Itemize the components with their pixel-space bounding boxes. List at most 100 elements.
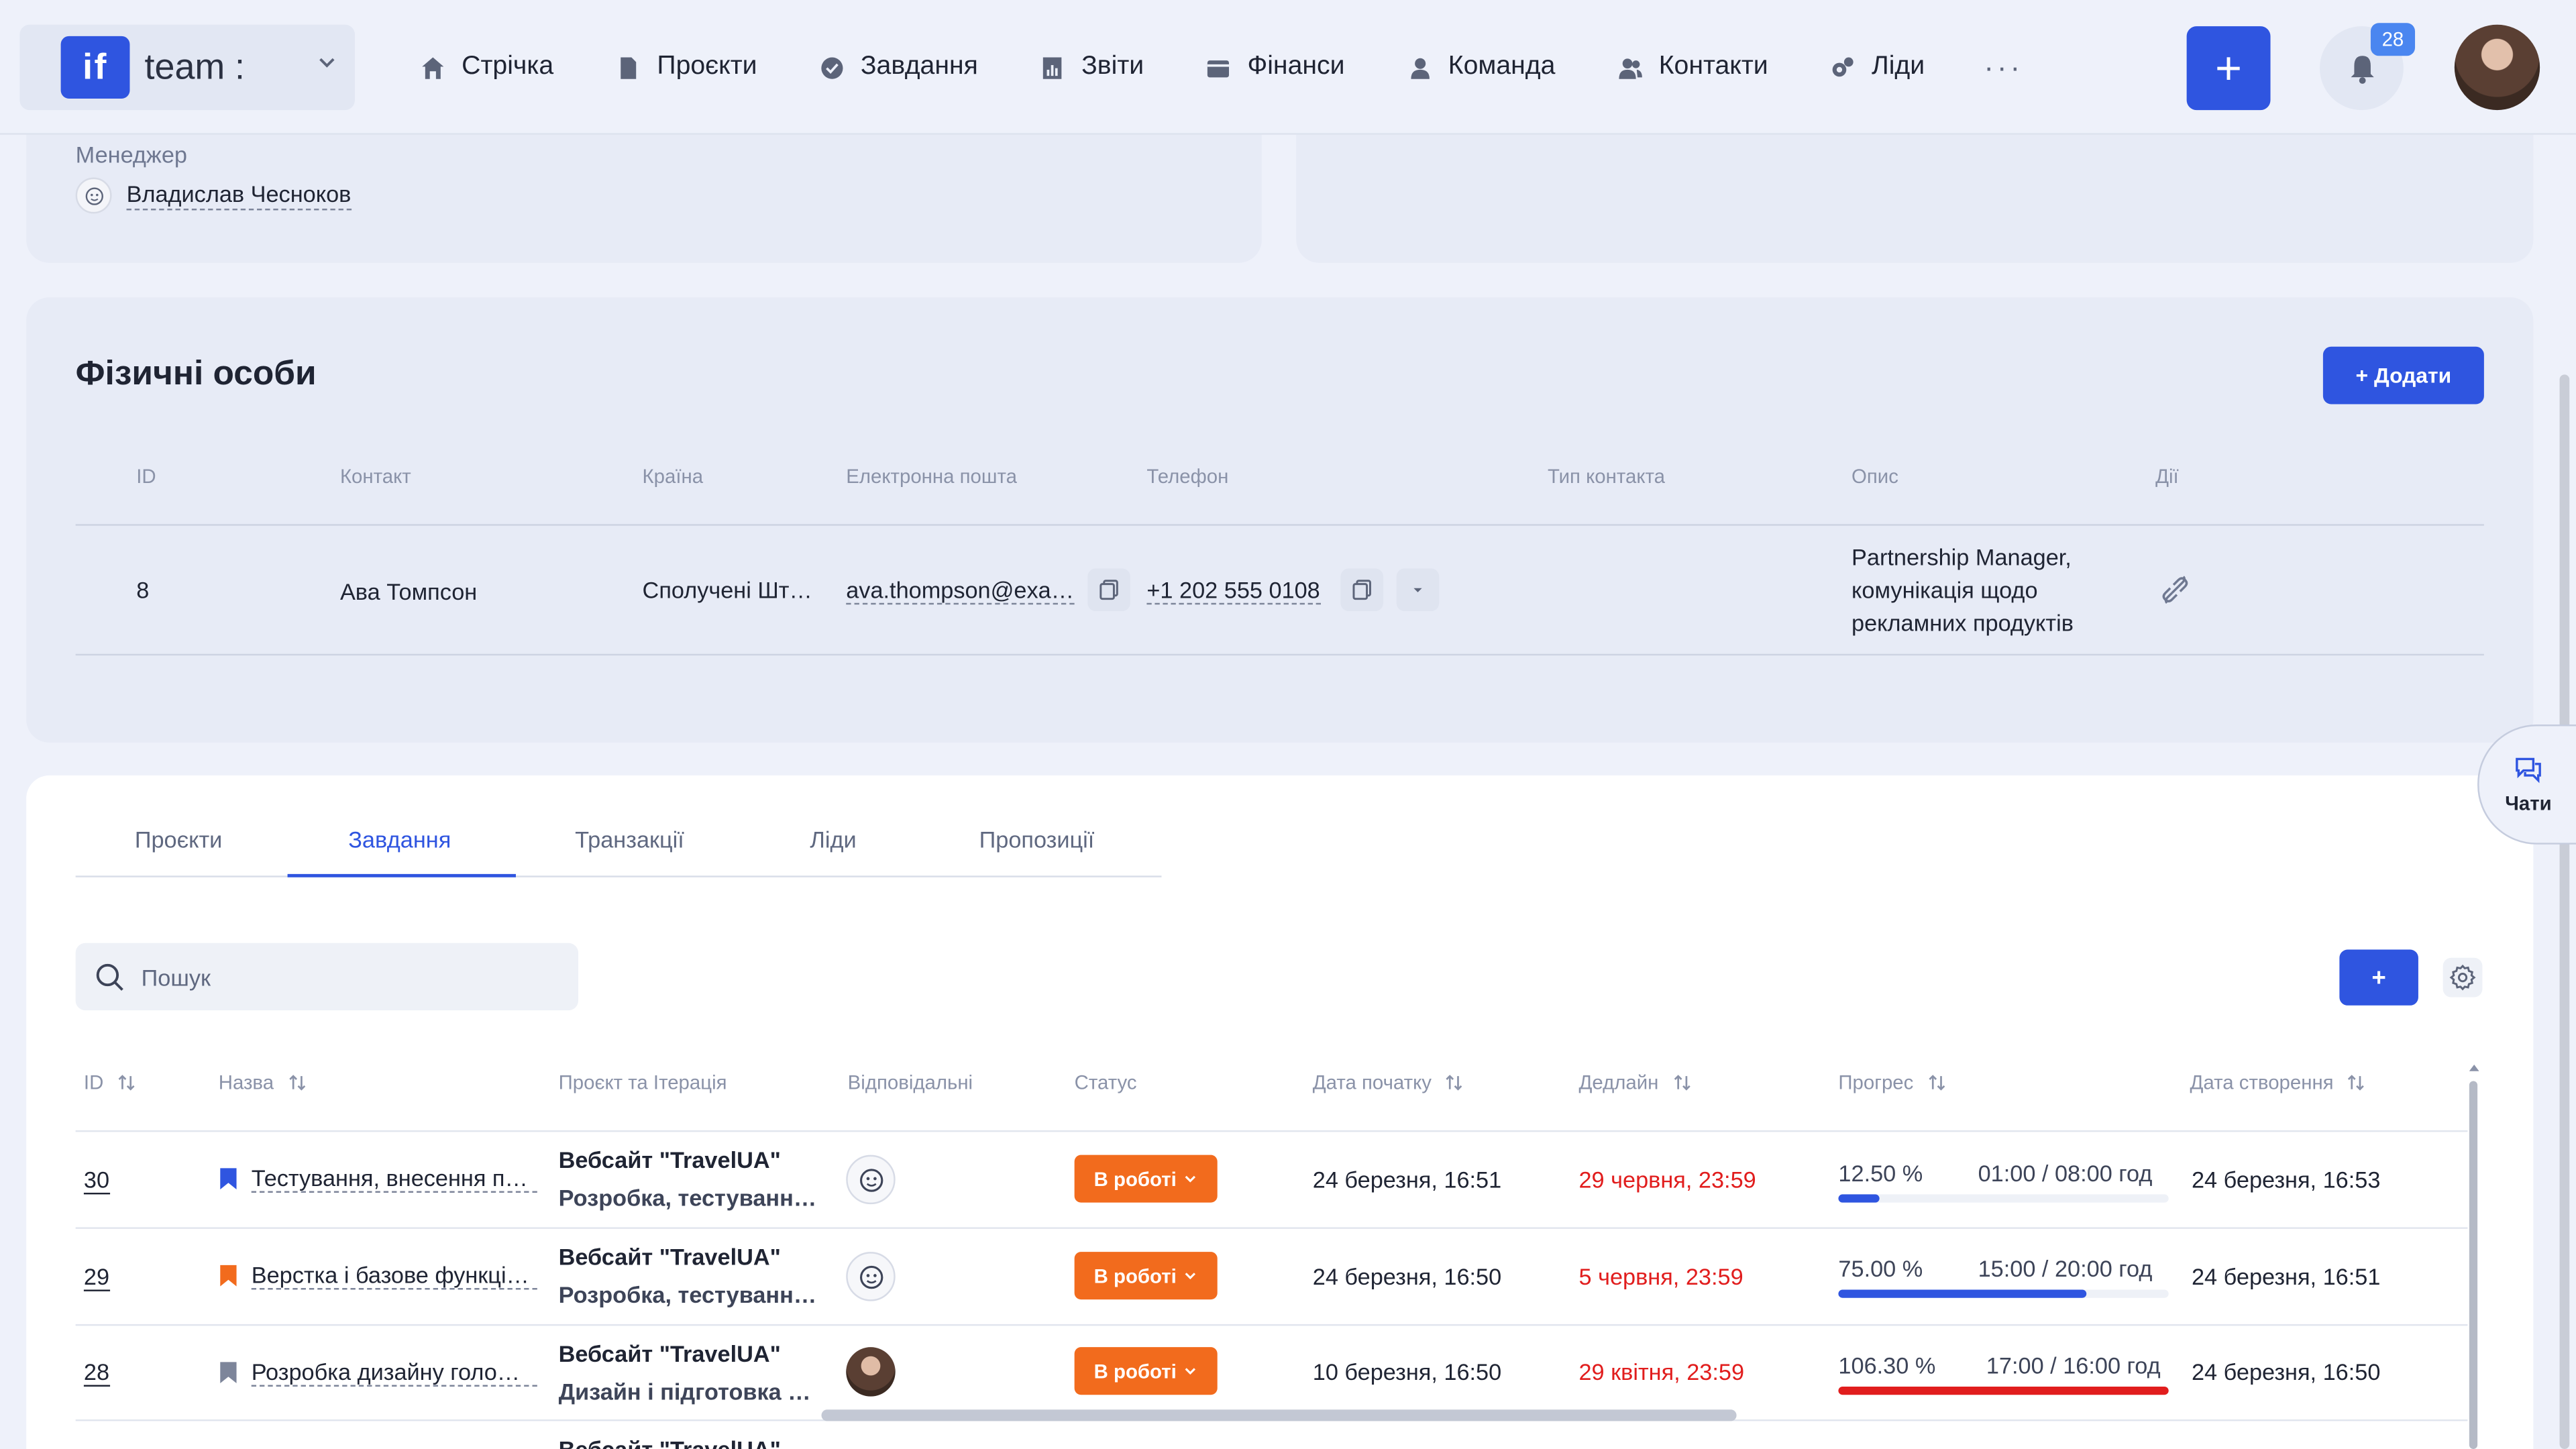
col-label: Проєкт та Ітерація xyxy=(558,1071,727,1095)
task-progress-percent: 75.00 % xyxy=(1838,1255,1923,1282)
table-settings-button[interactable] xyxy=(2443,957,2483,998)
chevron-down-icon xyxy=(1185,1368,1196,1375)
sort-icon xyxy=(1928,1075,1945,1091)
avatar-icon xyxy=(859,1265,883,1289)
phone-dropdown-button[interactable] xyxy=(1396,568,1440,612)
status-dropdown[interactable]: В роботі xyxy=(1074,1155,1218,1203)
brand-dots: : xyxy=(235,46,246,87)
task-id[interactable]: 29 xyxy=(83,1263,110,1291)
task-created-date: 24 березня, 16:51 xyxy=(2191,1263,2381,1290)
tab-leads[interactable]: Ліди xyxy=(810,826,856,853)
bookmark-icon xyxy=(220,1362,237,1384)
status-label: В роботі xyxy=(1093,1167,1177,1191)
task-project[interactable]: Вебсайт "TravelUA" xyxy=(559,1436,781,1449)
progress-fill xyxy=(1838,1386,2169,1395)
sort-icon xyxy=(1673,1075,1690,1091)
nav-item-contacts[interactable]: Контакти xyxy=(1617,52,1768,82)
vertical-scrollbar[interactable] xyxy=(2469,1081,2478,1449)
responsible-avatar[interactable] xyxy=(846,1252,896,1301)
individual-email[interactable]: ava.thompson@exa… xyxy=(846,577,1074,605)
individual-description: Partnership Manager, комунікація щодо ре… xyxy=(1851,541,2139,639)
more-menu-button[interactable]: ··· xyxy=(1984,50,2023,85)
col-label: Прогрес xyxy=(1838,1071,1914,1095)
task-start-date: 24 березня, 16:51 xyxy=(1312,1166,1502,1193)
task-name[interactable]: Тестування, внесення п… xyxy=(251,1165,537,1193)
progress-bar xyxy=(1838,1289,2169,1298)
caret-down-icon xyxy=(1413,588,1422,592)
nav-item-projects[interactable]: Проєкти xyxy=(616,52,757,82)
nav-label: Стрічка xyxy=(462,52,554,81)
nav-item-team[interactable]: Команда xyxy=(1407,52,1555,82)
add-individual-button[interactable]: + Додати xyxy=(2322,346,2484,405)
col-label: Дата початку xyxy=(1312,1071,1432,1095)
col-label: Дата створення xyxy=(2190,1071,2334,1095)
col-label: Статус xyxy=(1074,1071,1137,1095)
task-project[interactable]: Вебсайт "TravelUA" xyxy=(559,1340,781,1366)
task-project[interactable]: Вебсайт "TravelUA" xyxy=(559,1146,781,1173)
brand-logo: if xyxy=(60,36,130,99)
tab-projects[interactable]: Проєкти xyxy=(135,826,223,853)
nav-item-tasks[interactable]: Завдання xyxy=(820,52,978,82)
individual-name[interactable]: Ава Томпсон xyxy=(340,578,477,604)
task-start-date: 24 березня, 16:50 xyxy=(1312,1263,1502,1290)
tab-bar: Проєкти Завдання Транзакції Ліди Пропози… xyxy=(75,805,1162,877)
task-project[interactable]: Вебсайт "TravelUA" xyxy=(559,1244,781,1270)
task-id[interactable]: 28 xyxy=(83,1358,110,1387)
global-add-button[interactable]: + xyxy=(2186,26,2271,111)
user-avatar[interactable] xyxy=(2454,24,2540,111)
responsible-avatar[interactable] xyxy=(846,1155,896,1205)
task-col-start[interactable]: Дата початку xyxy=(1313,1071,1464,1094)
sort-icon xyxy=(1446,1075,1463,1091)
nav-item-leads[interactable]: Ліди xyxy=(1831,52,1925,82)
task-col-id[interactable]: ID xyxy=(84,1071,136,1094)
copy-phone-button[interactable] xyxy=(1340,568,1384,612)
search-input[interactable] xyxy=(141,963,536,990)
individual-phone[interactable]: +1 202 555 0108 xyxy=(1146,577,1320,605)
status-dropdown[interactable]: В роботі xyxy=(1074,1252,1218,1300)
col-label: Дедлайн xyxy=(1578,1071,1659,1095)
manager-row[interactable]: Владислав Чесноков xyxy=(75,177,352,214)
nav-item-feed[interactable]: Стрічка xyxy=(421,52,553,82)
copy-email-button[interactable] xyxy=(1087,568,1130,612)
top-navigation: if team : Стрічка Проєкти Завдання Звіти xyxy=(0,0,2576,135)
tab-proposals[interactable]: Пропозиції xyxy=(979,826,1095,853)
status-dropdown[interactable]: В роботі xyxy=(1074,1347,1218,1395)
task-col-project: Проєкт та Ітерація xyxy=(559,1071,727,1094)
copy-icon xyxy=(1099,580,1118,600)
task-id[interactable]: 30 xyxy=(83,1166,110,1195)
task-col-name[interactable]: Назва xyxy=(219,1071,307,1094)
notifications-badge: 28 xyxy=(2370,23,2416,56)
add-task-button[interactable]: + xyxy=(2339,949,2418,1006)
task-progress-percent: 106.30 % xyxy=(1838,1352,1936,1379)
divider xyxy=(75,1324,2468,1326)
copy-icon xyxy=(1352,580,1371,600)
task-name[interactable]: Верстка і базове функці… xyxy=(251,1262,537,1290)
search-field[interactable] xyxy=(75,943,579,1011)
tab-transactions[interactable]: Транзакції xyxy=(575,826,684,853)
task-name[interactable]: Розробка дизайну голо… xyxy=(251,1358,537,1387)
workspace-switcher[interactable]: if team : xyxy=(19,24,355,111)
status-label: В роботі xyxy=(1093,1264,1177,1287)
unlink-icon[interactable] xyxy=(2160,575,2190,604)
page-scrollbar[interactable] xyxy=(2559,374,2570,1449)
task-progress-time: 01:00 / 08:00 год xyxy=(1978,1159,2153,1187)
sort-icon xyxy=(118,1075,135,1091)
task-col-status: Статус xyxy=(1075,1071,1137,1094)
task-col-created[interactable]: Дата створення xyxy=(2190,1071,2367,1094)
leads-icon xyxy=(1833,56,1854,76)
manager-name[interactable]: Владислав Чесноков xyxy=(126,180,352,211)
task-col-progress[interactable]: Прогрес xyxy=(1838,1071,1946,1094)
tab-tasks[interactable]: Завдання xyxy=(348,826,451,853)
nav-item-reports[interactable]: Звіти xyxy=(1040,52,1144,82)
scroll-up-icon[interactable] xyxy=(2467,1061,2481,1075)
col-label: ID xyxy=(83,1071,104,1095)
responsible-avatar[interactable] xyxy=(846,1347,896,1397)
nav-item-finance[interactable]: Фінанси xyxy=(1206,52,1345,82)
horizontal-scrollbar[interactable] xyxy=(821,1409,1737,1421)
divider xyxy=(75,653,2484,656)
user-icon xyxy=(1410,57,1429,78)
gear-icon xyxy=(2449,964,2476,991)
sort-icon xyxy=(2348,1075,2365,1091)
task-col-deadline[interactable]: Дедлайн xyxy=(1578,1071,1691,1094)
chat-icon xyxy=(2516,757,2541,783)
